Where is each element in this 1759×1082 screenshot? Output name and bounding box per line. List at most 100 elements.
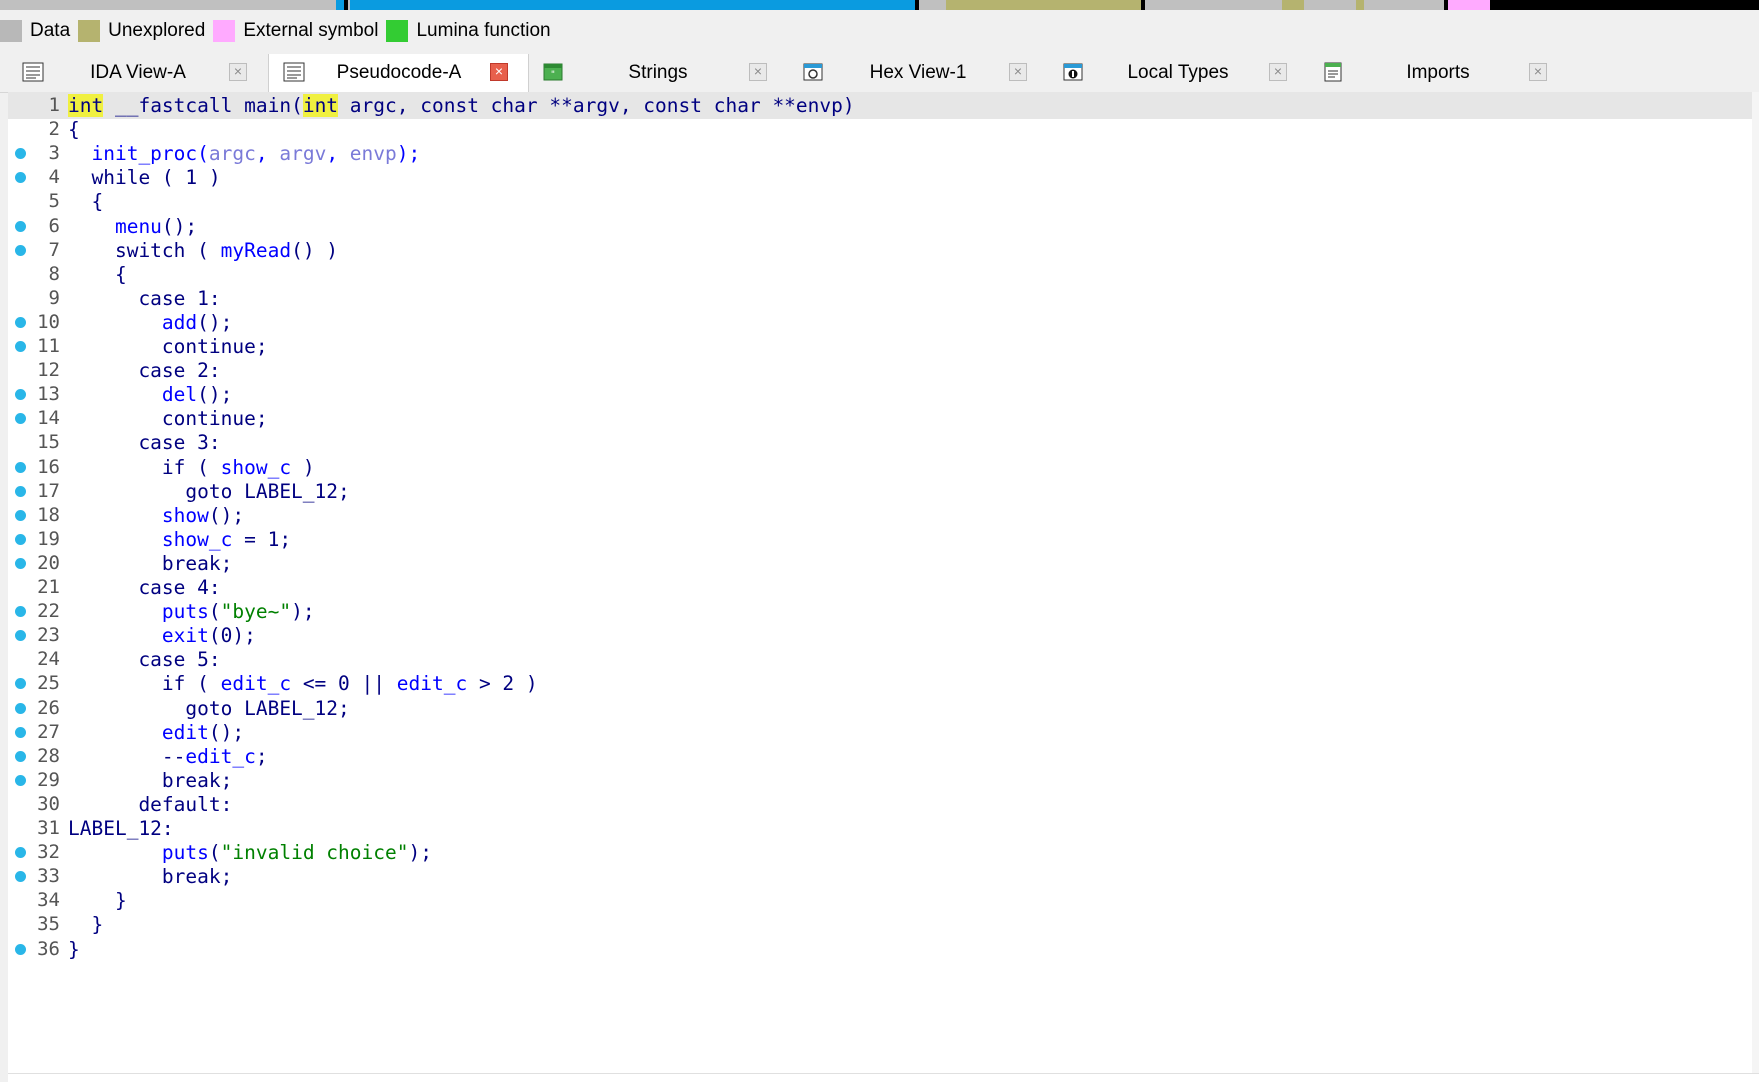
close-icon[interactable]: ×	[229, 63, 247, 81]
code-text[interactable]: if ( edit_c <= 0 || edit_c > 2 )	[68, 670, 538, 697]
code-text[interactable]: edit();	[68, 719, 244, 746]
code-text[interactable]: {	[68, 261, 127, 288]
code-line[interactable]: 11 continue;	[8, 333, 1759, 360]
code-line[interactable]: 20 break;	[8, 550, 1759, 577]
code-line[interactable]: 2{	[8, 116, 1759, 143]
tab-local-types[interactable]: Local Types ×	[1048, 54, 1307, 92]
tab-strings[interactable]: " Strings ×	[528, 54, 787, 92]
code-line[interactable]: 30 default:	[8, 791, 1759, 818]
code-token[interactable]: edit	[68, 721, 209, 744]
code-text[interactable]: }	[68, 911, 103, 938]
code-token[interactable]: break;	[68, 865, 232, 888]
code-line[interactable]: 15 case 3:	[8, 429, 1759, 456]
code-text[interactable]: while ( 1 )	[68, 164, 220, 191]
code-line[interactable]: 14 continue;	[8, 405, 1759, 432]
code-token[interactable]: exit	[68, 624, 209, 647]
breakpoint-dot-icon[interactable]	[15, 726, 26, 738]
nav-segment-code[interactable]	[350, 0, 870, 10]
close-icon[interactable]: ×	[749, 63, 767, 81]
code-line[interactable]: 1 int __fastcall main(int argc, const cha…	[8, 92, 1759, 119]
code-text[interactable]: break;	[68, 863, 232, 890]
code-text[interactable]: init_proc(argc, argv, envp);	[68, 140, 420, 167]
code-text[interactable]: LABEL_12:	[68, 815, 174, 842]
code-token[interactable]: case 5:	[68, 648, 220, 671]
code-line[interactable]: 13 del();	[8, 381, 1759, 408]
code-text[interactable]: continue;	[68, 333, 268, 360]
code-token[interactable]: );	[408, 841, 431, 864]
code-token[interactable]: show_c	[68, 528, 232, 551]
breakpoint-dot-icon[interactable]	[15, 630, 26, 642]
code-token[interactable]: edit_c	[221, 672, 291, 695]
code-text[interactable]: add();	[68, 309, 232, 336]
code-line[interactable]: 19 show_c = 1;	[8, 526, 1759, 553]
code-text[interactable]: puts("invalid choice");	[68, 839, 432, 866]
navigation-band[interactable]	[0, 0, 1759, 10]
tab-ida-view-a[interactable]: IDA View-A ×	[8, 54, 267, 92]
code-token[interactable]: )	[291, 456, 315, 479]
code-token[interactable]: {	[68, 118, 80, 141]
code-token[interactable]: goto LABEL_12;	[68, 697, 349, 720]
code-text[interactable]: break;	[68, 550, 232, 577]
code-token[interactable]: (	[209, 600, 221, 623]
code-token[interactable]: int	[68, 94, 104, 117]
breakpoint-dot-icon[interactable]	[15, 316, 26, 328]
breakpoint-dot-icon[interactable]	[15, 774, 26, 786]
code-token[interactable]: show_c	[221, 456, 291, 479]
code-text[interactable]: default:	[68, 791, 232, 818]
breakpoint-dot-icon[interactable]	[15, 702, 26, 714]
code-text[interactable]: case 4:	[68, 574, 220, 601]
code-text[interactable]: int __fastcall main(int argc, const char…	[68, 92, 855, 119]
code-token[interactable]: );	[397, 142, 420, 165]
code-token[interactable]: ,	[256, 142, 279, 165]
code-token[interactable]: add	[68, 311, 197, 334]
breakpoint-dot-icon[interactable]	[15, 220, 26, 232]
code-token[interactable]: {	[68, 190, 103, 213]
code-line[interactable]: 6 menu();	[8, 213, 1759, 240]
breakpoint-dot-icon[interactable]	[15, 389, 26, 401]
nav-segment-data[interactable]	[1150, 0, 1280, 10]
nav-segment-black[interactable]	[1141, 0, 1145, 10]
code-text[interactable]: case 2:	[68, 357, 220, 384]
code-token[interactable]: }	[68, 913, 103, 936]
breakpoint-dot-icon[interactable]	[15, 943, 26, 955]
close-icon[interactable]: ×	[490, 63, 508, 81]
code-token[interactable]: edit_c	[185, 745, 255, 768]
breakpoint-dot-icon[interactable]	[15, 678, 26, 690]
code-line[interactable]: 4 while ( 1 )	[8, 164, 1759, 191]
code-token[interactable]: if (	[68, 672, 221, 695]
code-token[interactable]: argc, const char **argv, const char **en…	[338, 94, 855, 117]
code-line[interactable]: 34 }	[8, 887, 1759, 914]
code-token[interactable]: break;	[68, 769, 232, 792]
tab-pseudocode-a[interactable]: Pseudocode-A ×	[268, 54, 529, 93]
code-token[interactable]: ;	[256, 745, 268, 768]
code-token[interactable]: }	[68, 938, 80, 961]
breakpoint-dot-icon[interactable]	[15, 244, 26, 256]
code-token[interactable]: continue;	[68, 335, 268, 358]
code-line[interactable]: 29 break;	[8, 767, 1759, 794]
code-token[interactable]: default:	[68, 793, 232, 816]
code-text[interactable]: exit(0);	[68, 622, 256, 649]
code-token[interactable]: "bye~"	[221, 600, 291, 623]
code-text[interactable]: }	[68, 887, 127, 914]
code-line[interactable]: 36}	[8, 936, 1759, 963]
code-token[interactable]: {	[68, 263, 127, 286]
code-line[interactable]: 8 {	[8, 261, 1759, 288]
code-text[interactable]: show();	[68, 502, 244, 529]
breakpoint-dot-icon[interactable]	[15, 750, 26, 762]
code-line[interactable]: 16 if ( show_c )	[8, 454, 1759, 481]
code-token[interactable]: }	[68, 889, 127, 912]
code-line[interactable]: 33 break;	[8, 863, 1759, 890]
nav-segment-black[interactable]	[344, 0, 348, 10]
code-line[interactable]: 5 {	[8, 188, 1759, 215]
code-text[interactable]: continue;	[68, 405, 268, 432]
code-token[interactable]: "invalid choice"	[221, 841, 409, 864]
pseudocode-view[interactable]: 1 int __fastcall main(int argc, const cha…	[8, 92, 1759, 1081]
close-icon[interactable]: ×	[1269, 63, 1287, 81]
code-token[interactable]: puts	[68, 841, 209, 864]
nav-segment-black[interactable]	[915, 0, 919, 10]
code-text[interactable]: --edit_c;	[68, 743, 268, 770]
code-text[interactable]: show_c = 1;	[68, 526, 291, 553]
code-line[interactable]: 24 case 5:	[8, 646, 1759, 673]
code-token[interactable]: if (	[68, 456, 221, 479]
code-token[interactable]: (0);	[209, 624, 256, 647]
